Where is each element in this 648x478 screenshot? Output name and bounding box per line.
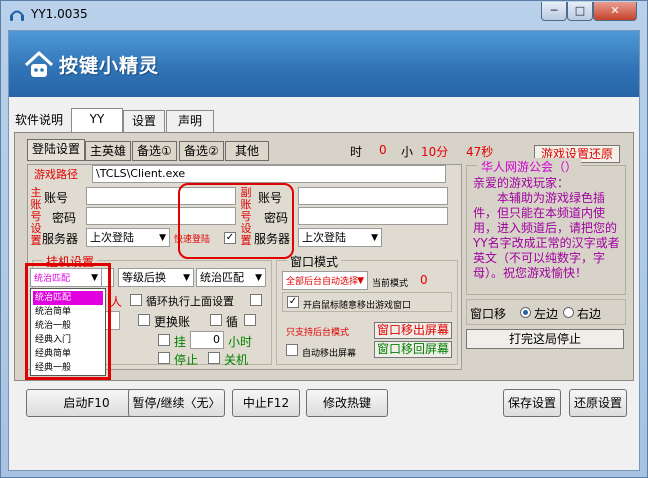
pause-resume-button[interactable]: 暂停/继续〈无〉 (128, 389, 225, 417)
main-server-value: 上次登陆 (90, 231, 134, 244)
window-title: YY1.0035 (31, 7, 88, 21)
tab-statement[interactable]: 声明 (166, 110, 214, 132)
change-account-checkbox[interactable] (138, 314, 150, 326)
game-path-label: 游戏路径 (34, 168, 78, 181)
auto-move-out-checkbox[interactable] (286, 344, 298, 356)
stop-button[interactable]: 中止F12 (232, 389, 300, 417)
hang-checkbox[interactable] (158, 334, 170, 346)
move-window-out-button[interactable]: 窗口移出屏幕 (374, 322, 452, 339)
right-radio[interactable] (563, 307, 574, 318)
highlight-dropdown-rect (25, 263, 111, 380)
hour-label: 小时 (228, 335, 253, 349)
hang-label: 挂 (174, 335, 187, 349)
alt-server-value: 上次登陆 (302, 231, 346, 244)
main-server-select[interactable]: 上次登陆 ▼ (86, 228, 170, 247)
modify-hotkey-button[interactable]: 修改热键 (306, 389, 388, 417)
background-only-label: 只支持后台模式 (286, 328, 350, 338)
club-title: 华人网游公会（） (477, 158, 582, 175)
window-mode-select[interactable]: 全部后台自动选择 ▼ (282, 271, 368, 290)
minimize-button[interactable]: ─ (541, 2, 567, 21)
tab-backup-2[interactable]: 备选② (179, 141, 224, 161)
window-mode-title: 窗口模式 (287, 253, 342, 270)
restore-settings-button[interactable]: 还原设置 (569, 389, 627, 417)
alt-password-input[interactable] (298, 207, 448, 225)
house-logo-icon (24, 51, 54, 77)
chevron-down-icon: ▼ (159, 233, 166, 243)
game-path-input[interactable]: \TCLS\Client.exe (92, 165, 446, 183)
hang-mode-value: 统治匹配 (200, 271, 244, 284)
tab-main-hero[interactable]: 主英雄 (85, 141, 132, 161)
timer-minute-label: 小 (401, 145, 414, 159)
chevron-down-icon: ▼ (183, 273, 190, 283)
auto-move-out-label: 自动移出屏幕 (302, 349, 357, 359)
change-account-label: 更换账 (154, 315, 191, 329)
mouse-free-label: 开启鼠标随意移出游戏窗口 (303, 301, 412, 311)
main-password-label: 密码 (52, 211, 77, 225)
hang-level-select[interactable]: 等级后换 ▼ (118, 268, 194, 287)
main-account-label: 账号 (44, 191, 69, 205)
banner: 按键小精灵 (9, 31, 639, 97)
title-bar: YY1.0035 ─ □ ✕ (1, 1, 647, 29)
stop-label: 停止 (174, 353, 199, 367)
tab-settings[interactable]: 设置 (123, 110, 165, 132)
shutdown-label: 关机 (224, 353, 249, 367)
timer-minute-value: 10分 (421, 145, 449, 159)
left-radio[interactable] (520, 307, 531, 318)
alt-account-input[interactable] (298, 187, 448, 205)
window-move-label: 窗口移 (470, 307, 507, 321)
loop2-checkbox[interactable] (210, 314, 222, 326)
chevron-down-icon: ▼ (357, 276, 364, 286)
tab-other[interactable]: 其他 (225, 141, 269, 161)
loop2-label: 循 (226, 315, 239, 329)
stop-checkbox[interactable] (158, 352, 170, 364)
save-settings-button[interactable]: 保存设置 (503, 389, 561, 417)
brand-title: 按键小精灵 (59, 55, 160, 77)
maximize-button[interactable]: □ (567, 2, 593, 21)
close-button[interactable]: ✕ (593, 2, 637, 21)
client-area: 按键小精灵 软件说明 YY 设置 声明 登陆设置 主英雄 备选① 备选② 其他 … (8, 30, 640, 471)
alt-server-select[interactable]: 上次登陆 ▼ (298, 228, 382, 247)
move-window-back-button[interactable]: 窗口移回屏幕 (374, 341, 452, 358)
current-mode-label: 当前模式 (372, 279, 409, 289)
hang-level-value: 等级后换 (122, 271, 166, 284)
left-label: 左边 (534, 307, 559, 321)
chevron-down-icon: ▼ (371, 233, 378, 243)
tab-backup-1[interactable]: 备选① (132, 141, 177, 161)
right-label: 右边 (577, 307, 602, 321)
mouse-free-checkbox[interactable]: ✓ (287, 296, 299, 308)
hang-mode-select[interactable]: 统治匹配 ▼ (196, 268, 266, 287)
tab-login-settings[interactable]: 登陆设置 (27, 139, 86, 161)
hang-hours-input[interactable]: 0 (190, 331, 224, 349)
window-mode-value: 全部后台自动选择 (286, 277, 359, 287)
stop-after-game-button[interactable]: 打完这局停止 (466, 329, 624, 349)
timer-hour-label: 时 (350, 145, 363, 159)
partial-red-text: 人 (110, 295, 123, 309)
loop2-end-checkbox[interactable] (244, 314, 256, 326)
current-mode-value: 0 (420, 273, 428, 287)
timer-hour-value: 0 (379, 143, 387, 157)
top-tabs: 软件说明 YY 设置 声明 (9, 108, 639, 132)
main-server-label: 服务器 (42, 232, 79, 246)
tab-software-info[interactable]: 软件说明 (9, 110, 70, 132)
loop-end-checkbox[interactable] (250, 294, 262, 306)
club-text: 亲爱的游戏玩家： 本辅助为游戏绿色插件，但只能在本频道内使用，进入频道后，请把您… (473, 176, 620, 280)
tab-yy[interactable]: YY (71, 108, 123, 132)
chevron-down-icon: ▼ (255, 273, 262, 283)
shutdown-checkbox[interactable] (208, 352, 220, 364)
app-window: YY1.0035 ─ □ ✕ 按键小精灵 软件说明 YY 设置 声明 登陆设置 … (0, 0, 648, 478)
main-account-side-label: 主账号设置 (30, 186, 42, 247)
loop-label: 循环执行上面设置 (146, 295, 234, 308)
highlight-login-ellipse (178, 183, 294, 259)
loop-checkbox[interactable] (130, 294, 142, 306)
app-icon (10, 10, 24, 21)
club-panel: 华人网游公会（） 亲爱的游戏玩家： 本辅助为游戏绿色插件，但只能在本频道内使用，… (466, 158, 626, 295)
